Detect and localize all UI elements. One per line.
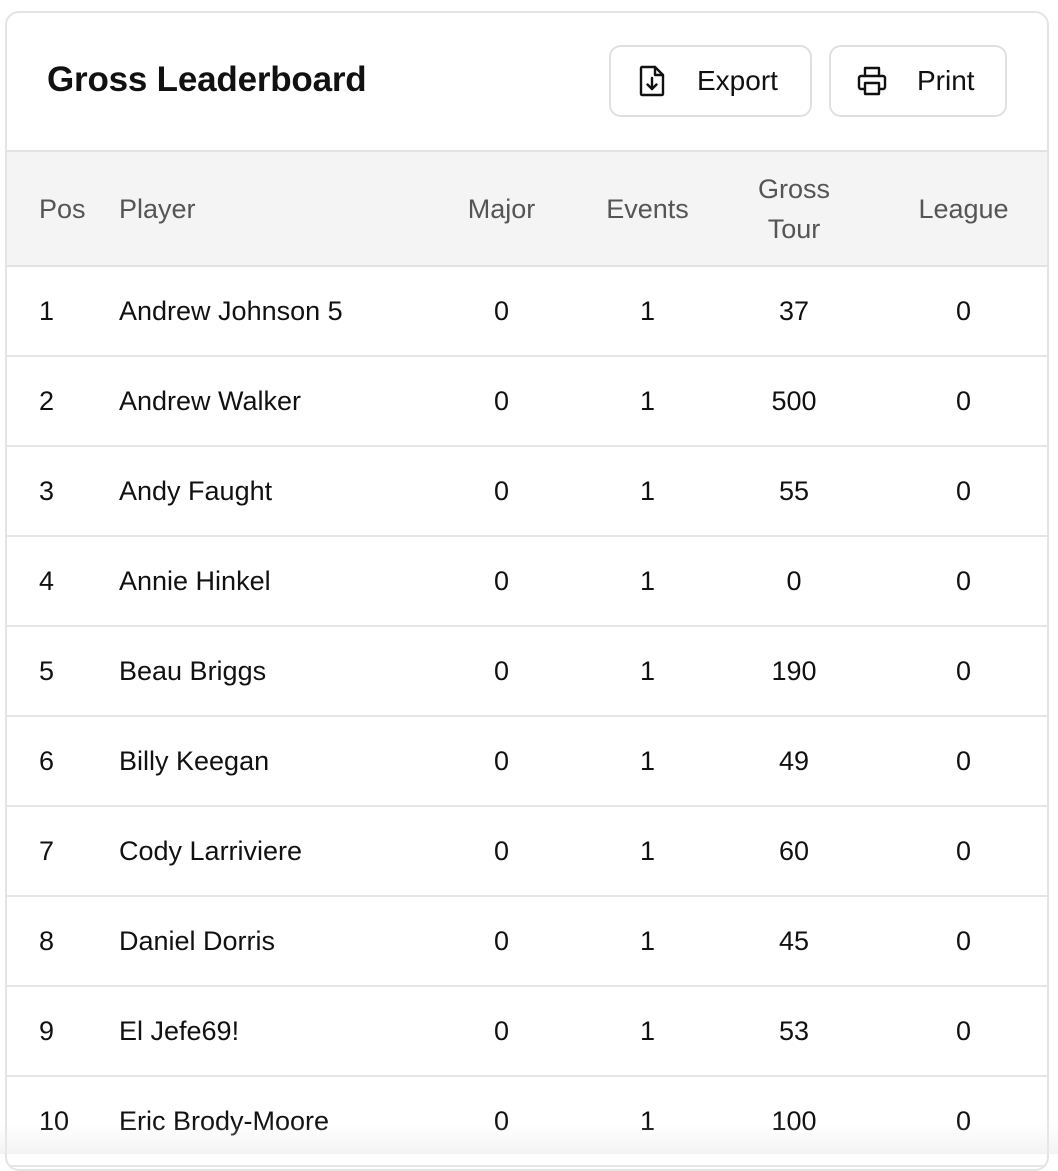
table-row[interactable]: 2 Andrew Walker 0 1 500 0 [7,356,1047,446]
table-row[interactable]: 6 Billy Keegan 0 1 49 0 [7,716,1047,806]
header-actions: Export Print [609,45,1007,117]
print-button[interactable]: Print [829,45,1007,117]
cell-events: 1 [587,446,708,536]
cell-player: Andy Faught [119,446,416,536]
cell-gross-tour: 55 [708,446,880,536]
card-header: Gross Leaderboard Export [7,13,1047,150]
table-row[interactable]: 1 Andrew Johnson 5 0 1 37 0 [7,266,1047,356]
cell-player: Billy Keegan [119,716,416,806]
leaderboard-table: Pos Player Major Events Gross Tour Leagu… [7,150,1047,1167]
cell-major: 0 [416,806,587,896]
cell-player: El Jefe69! [119,986,416,1076]
cell-events: 1 [587,536,708,626]
column-header-events[interactable]: Events [587,151,708,266]
cell-events: 1 [587,806,708,896]
column-header-pos[interactable]: Pos [7,151,119,266]
cell-major: 0 [416,626,587,716]
cell-pos: 4 [7,536,119,626]
page-title: Gross Leaderboard [47,60,366,100]
table-row[interactable]: 7 Cody Larriviere 0 1 60 0 [7,806,1047,896]
cell-major: 0 [416,716,587,806]
printer-icon [855,64,889,98]
cell-events: 1 [587,896,708,986]
cell-events: 1 [587,716,708,806]
cell-pos: 8 [7,896,119,986]
cell-player: Andrew Walker [119,356,416,446]
print-label: Print [917,65,975,97]
cell-pos: 7 [7,806,119,896]
cell-gross-tour: 53 [708,986,880,1076]
leaderboard-card: Gross Leaderboard Export [5,11,1049,1171]
column-header-league[interactable]: League [880,151,1047,266]
table-row[interactable]: 10 Eric Brody-Moore 0 1 100 0 [7,1076,1047,1166]
cell-major: 0 [416,356,587,446]
cell-player: Beau Briggs [119,626,416,716]
cell-player: Eric Brody-Moore [119,1076,416,1166]
cell-gross-tour: 37 [708,266,880,356]
cell-events: 1 [587,1076,708,1166]
cell-major: 0 [416,446,587,536]
cell-major: 0 [416,536,587,626]
column-header-player[interactable]: Player [119,151,416,266]
column-header-gross-tour-line1: Gross [708,169,880,209]
cell-player: Andrew Johnson 5 [119,266,416,356]
cell-league: 0 [880,1076,1047,1166]
cell-pos: 9 [7,986,119,1076]
cell-league: 0 [880,986,1047,1076]
file-download-icon [635,64,669,98]
cell-league: 0 [880,266,1047,356]
header-row: Pos Player Major Events Gross Tour Leagu… [7,151,1047,266]
cell-gross-tour: 190 [708,626,880,716]
export-button[interactable]: Export [609,45,812,117]
cell-league: 0 [880,536,1047,626]
table-row[interactable]: 5 Beau Briggs 0 1 190 0 [7,626,1047,716]
table-body: 1 Andrew Johnson 5 0 1 37 0 2 Andrew Wal… [7,266,1047,1166]
column-header-major[interactable]: Major [416,151,587,266]
cell-pos: 3 [7,446,119,536]
cell-gross-tour: 500 [708,356,880,446]
cell-events: 1 [587,986,708,1076]
cell-league: 0 [880,716,1047,806]
table-row[interactable]: 4 Annie Hinkel 0 1 0 0 [7,536,1047,626]
column-header-gross-tour[interactable]: Gross Tour [708,151,880,266]
cell-major: 0 [416,896,587,986]
cell-events: 1 [587,626,708,716]
cell-league: 0 [880,806,1047,896]
cell-events: 1 [587,266,708,356]
cell-league: 0 [880,626,1047,716]
table-row[interactable]: 9 El Jefe69! 0 1 53 0 [7,986,1047,1076]
cell-player: Annie Hinkel [119,536,416,626]
cell-gross-tour: 60 [708,806,880,896]
cell-league: 0 [880,896,1047,986]
table-row[interactable]: 3 Andy Faught 0 1 55 0 [7,446,1047,536]
cell-major: 0 [416,1076,587,1166]
cell-gross-tour: 49 [708,716,880,806]
table-row[interactable]: 8 Daniel Dorris 0 1 45 0 [7,896,1047,986]
cell-gross-tour: 0 [708,536,880,626]
cell-player: Cody Larriviere [119,806,416,896]
cell-player: Daniel Dorris [119,896,416,986]
cell-pos: 6 [7,716,119,806]
cell-major: 0 [416,266,587,356]
cell-pos: 10 [7,1076,119,1166]
column-header-gross-tour-line2: Tour [708,209,880,249]
cell-gross-tour: 45 [708,896,880,986]
cell-pos: 2 [7,356,119,446]
cell-pos: 1 [7,266,119,356]
cell-gross-tour: 100 [708,1076,880,1166]
cell-major: 0 [416,986,587,1076]
export-label: Export [697,65,778,97]
cell-league: 0 [880,356,1047,446]
cell-pos: 5 [7,626,119,716]
cell-league: 0 [880,446,1047,536]
cell-events: 1 [587,356,708,446]
table-header: Pos Player Major Events Gross Tour Leagu… [7,151,1047,266]
